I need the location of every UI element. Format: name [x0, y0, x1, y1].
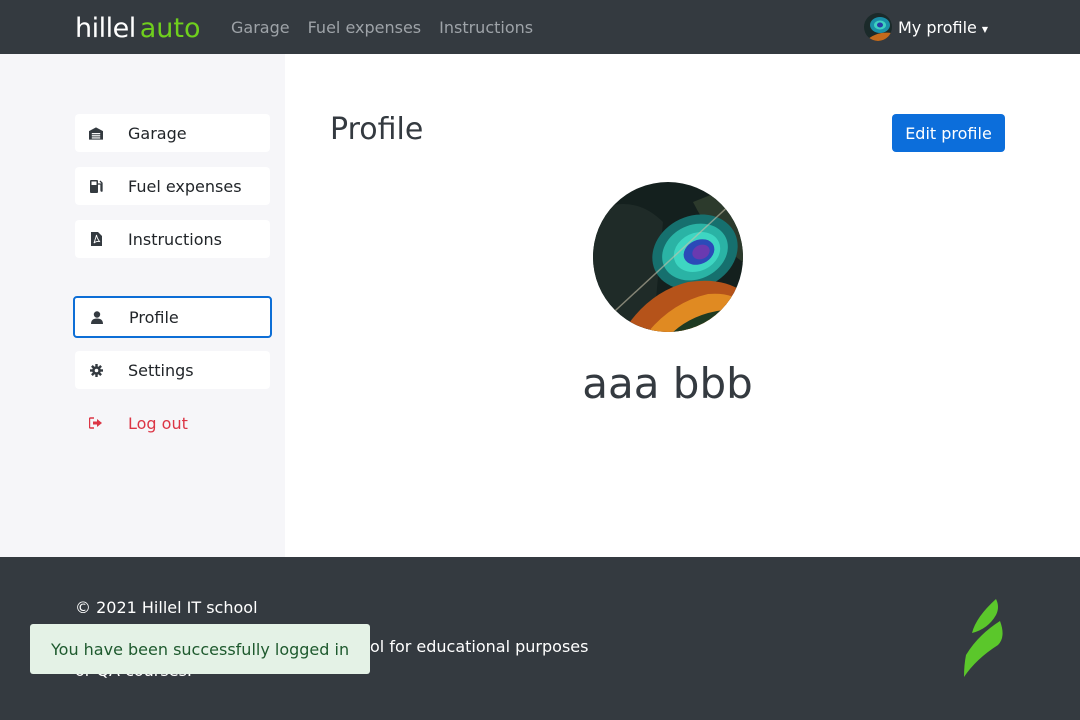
nav-link-instructions[interactable]: Instructions [439, 18, 533, 37]
sign-out-icon [89, 416, 103, 430]
sidebar-item-garage[interactable]: Garage [75, 114, 270, 152]
caret-down-icon: ▼ [981, 24, 989, 34]
sidebar-item-label: Garage [128, 123, 187, 143]
hillel-auto-logo[interactable]: hillel auto [75, 10, 201, 44]
my-profile-dropdown[interactable]: My profile ▼ [864, 13, 988, 41]
hillel-leaf-logo [958, 599, 1008, 679]
sidebar-item-settings[interactable]: Settings [75, 351, 270, 389]
sidebar-item-logout[interactable]: Log out [75, 404, 270, 442]
nav-link-fuel-expenses[interactable]: Fuel expenses [308, 18, 422, 37]
nav-link-garage[interactable]: Garage [231, 18, 290, 37]
sidebar: Garage Fuel expenses Instructions Profil… [0, 54, 285, 557]
profile-user-name: aaa bbb [582, 359, 753, 408]
sidebar-item-profile[interactable]: Profile [73, 296, 272, 338]
sidebar-item-label: Instructions [128, 229, 222, 249]
fuel-pump-icon [89, 179, 103, 193]
logo-text-hillel: hillel [75, 13, 136, 44]
login-success-toast: You have been successfully logged in [30, 624, 370, 674]
sidebar-item-fuel-expenses[interactable]: Fuel expenses [75, 167, 270, 205]
sidebar-item-instructions[interactable]: Instructions [75, 220, 270, 258]
garage-icon [89, 126, 103, 140]
footer-copyright: © 2021 Hillel IT school [75, 598, 258, 617]
sidebar-item-label: Fuel expenses [128, 176, 242, 196]
profile-avatar [593, 182, 743, 332]
my-profile-label: My profile [898, 17, 977, 37]
sidebar-item-label: Log out [128, 413, 188, 433]
page-title: Profile [330, 112, 424, 147]
header-avatar [864, 13, 892, 41]
sidebar-item-label: Profile [129, 307, 179, 327]
main-nav: Garage Fuel expenses Instructions [231, 0, 551, 54]
footer-purpose-visible: ol for educational purposes [370, 637, 589, 656]
sidebar-item-label: Settings [128, 360, 194, 380]
logo-text-auto: auto [139, 13, 201, 44]
pdf-file-icon [89, 232, 103, 246]
edit-profile-button[interactable]: Edit profile [892, 114, 1005, 152]
profile-main-panel: Profile Edit profile aaa bbb [285, 54, 1080, 557]
user-icon [90, 310, 104, 324]
top-navbar: hillel auto Garage Fuel expenses Instruc… [0, 0, 1080, 54]
gear-icon [89, 363, 103, 377]
